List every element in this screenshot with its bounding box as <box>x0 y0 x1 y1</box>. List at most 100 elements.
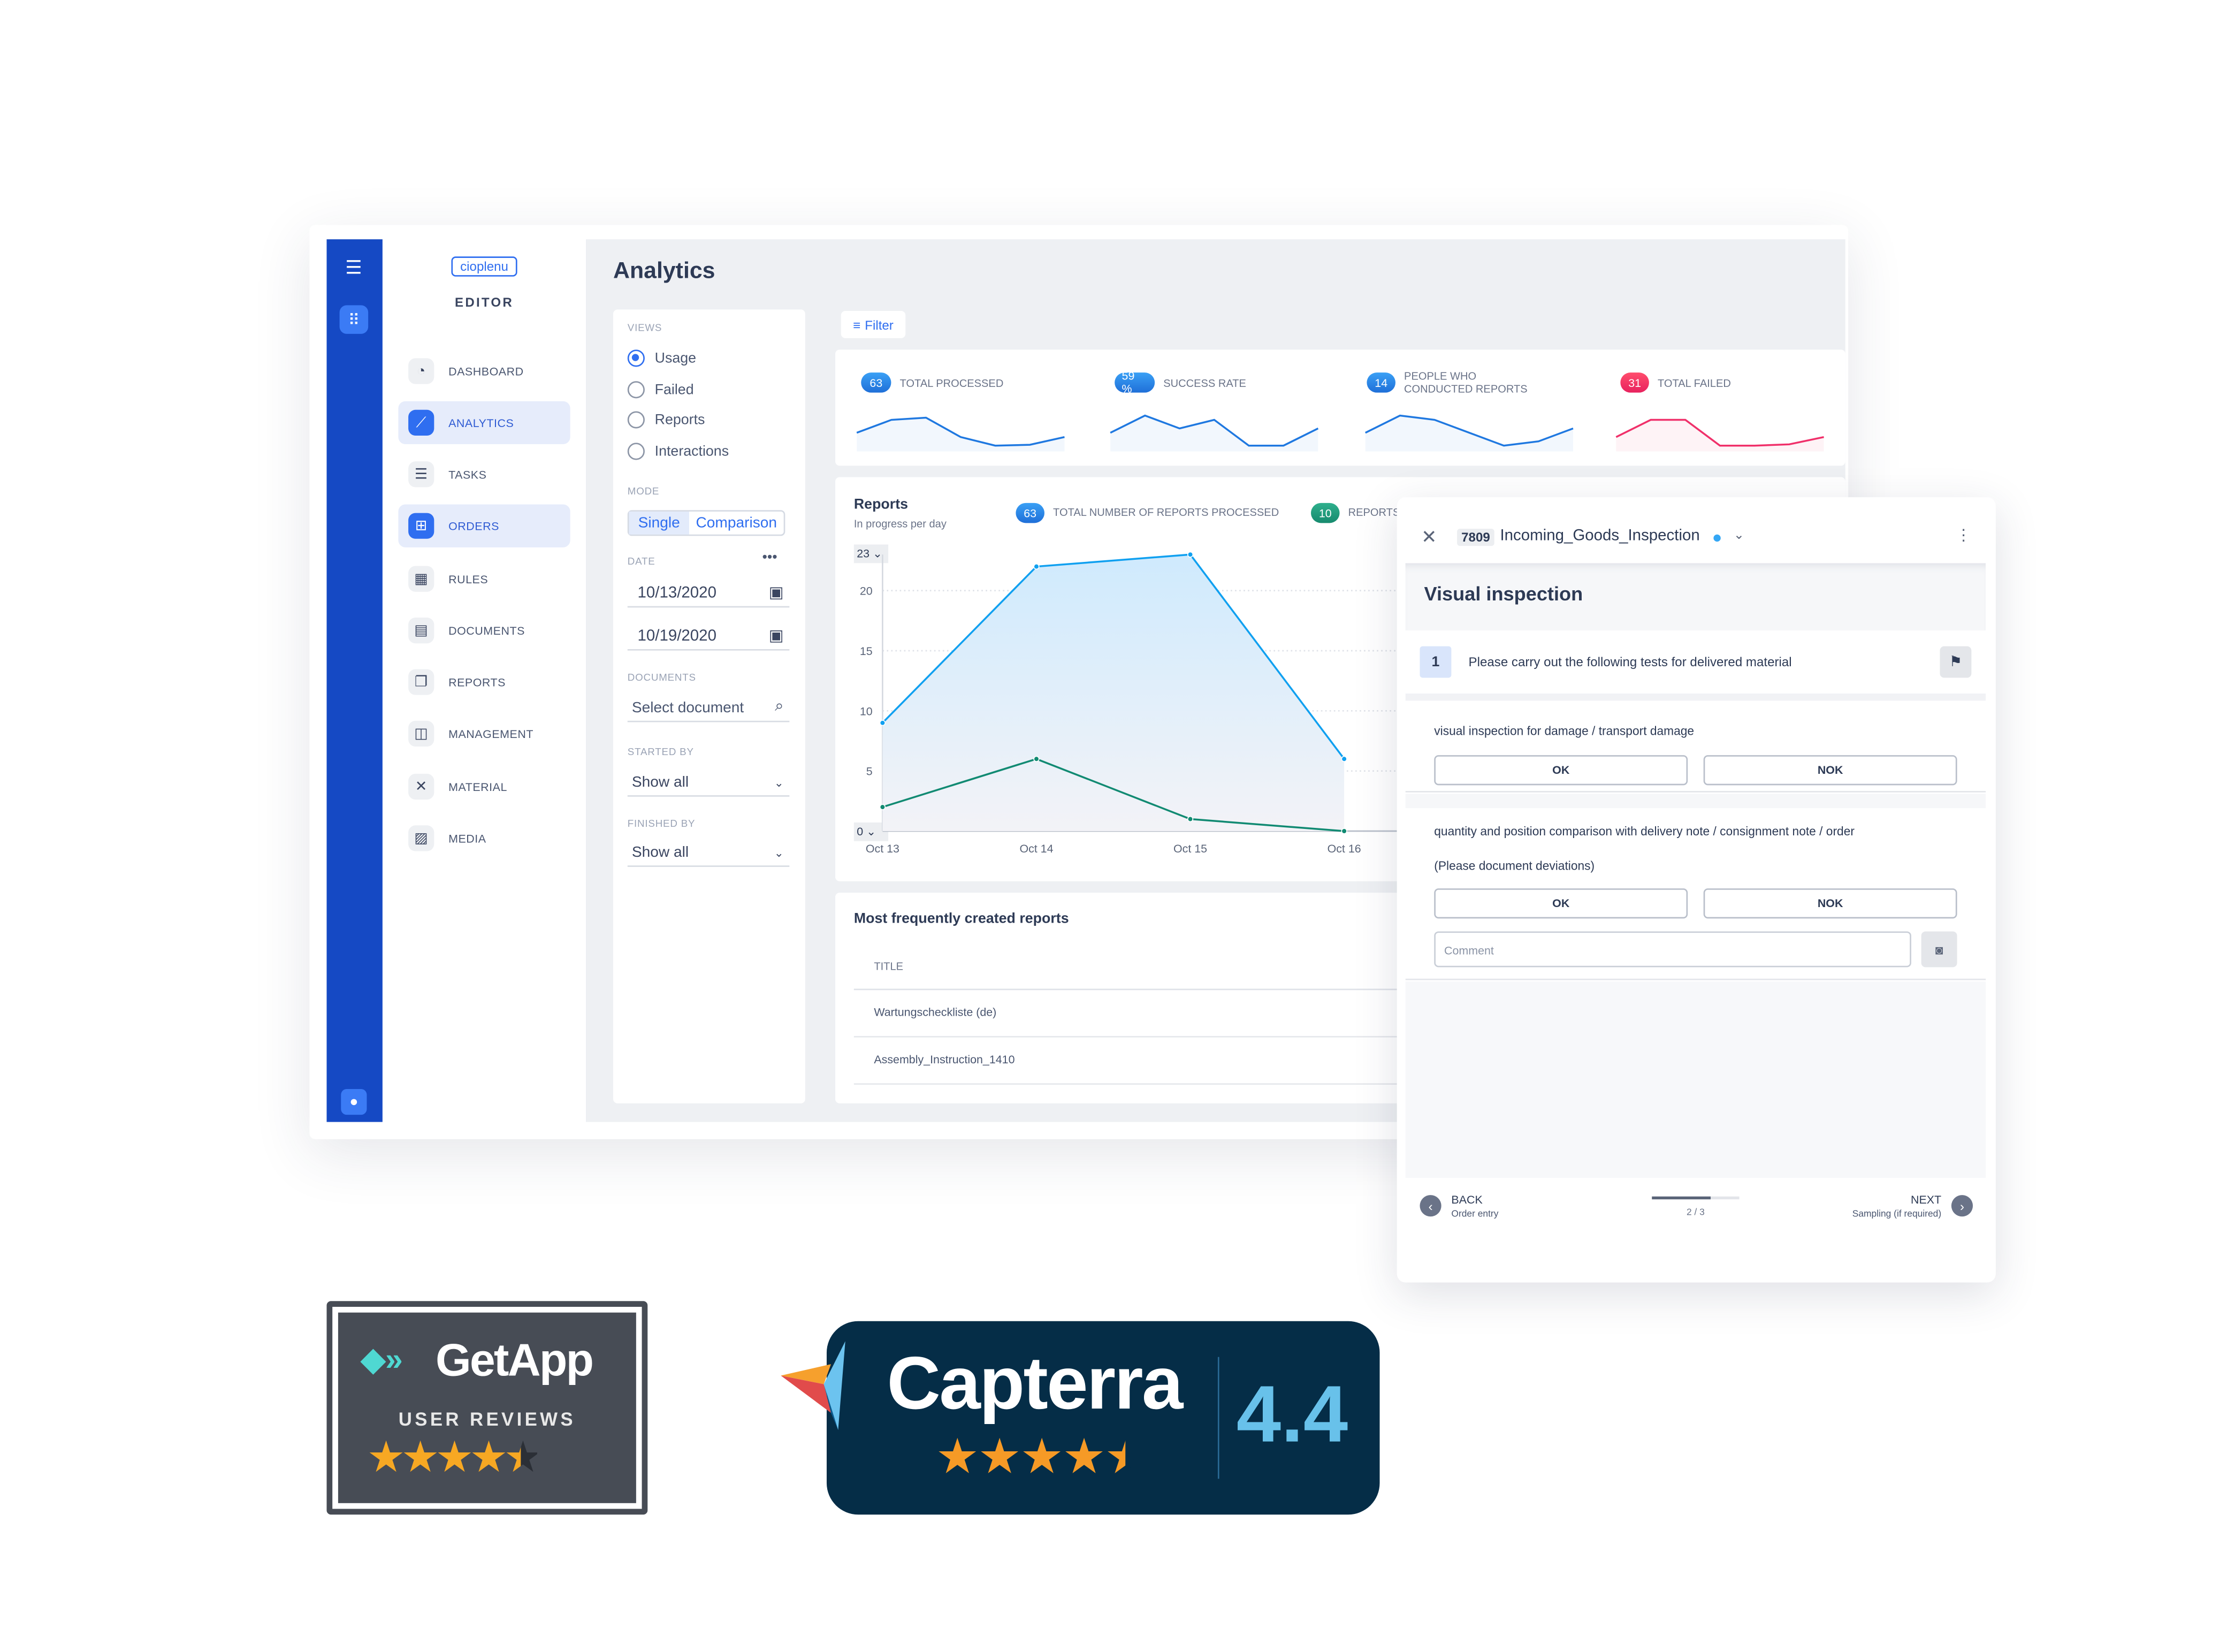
chevron-down-icon: ⌄ <box>774 846 784 859</box>
order-id-chip: 7809 <box>1457 529 1494 546</box>
calendar-icon[interactable]: ▣ <box>769 626 784 645</box>
chevron-down-icon: ⌄ <box>774 775 784 789</box>
capterra-badge: Capterra ★★★★★ 4.4 <box>781 1321 1380 1515</box>
document-search-input[interactable]: Select document ⌕ <box>627 698 790 722</box>
view-radio-usage[interactable]: Usage <box>627 349 696 367</box>
sidebar-item-reports[interactable]: ❐ REPORTS <box>398 660 570 703</box>
sidebar-item-label: DASHBOARD <box>448 364 524 378</box>
nok-button[interactable]: NOK <box>1703 888 1957 919</box>
filter-button[interactable]: ≡ Filter <box>841 311 906 338</box>
sidebar-item-orders[interactable]: ⊞ ORDERS <box>398 504 570 547</box>
sidebar-item-media[interactable]: ▨ MEDIA <box>398 817 570 859</box>
check-text: quantity and position comparison with de… <box>1434 824 1855 839</box>
kpi-badge: 14 <box>1367 372 1395 393</box>
ok-button[interactable]: OK <box>1434 755 1688 786</box>
calendar-grid-icon: ▦ <box>408 566 434 592</box>
next-button[interactable]: NEXT Sampling (if required) › <box>1812 1193 1973 1231</box>
filter-icon: ≡ <box>853 317 861 332</box>
legend-label-reports: REPORTS <box>1348 506 1400 519</box>
capterra-rating: 4.4 <box>1236 1368 1348 1459</box>
more-options-icon[interactable]: ⋮ <box>1956 526 1971 544</box>
close-icon[interactable]: ✕ <box>1421 526 1437 549</box>
sidebar-item-label: TASKS <box>448 468 487 481</box>
radio-icon <box>627 411 645 429</box>
finished-by-select[interactable]: Show all ⌄ <box>627 844 790 867</box>
column-header-title: TITLE <box>874 960 904 973</box>
date-more-icon[interactable]: ••• <box>762 550 777 566</box>
y-max-value: 23 <box>857 547 870 560</box>
view-radio-reports[interactable]: Reports <box>627 411 705 429</box>
sidebar-item-dashboard[interactable]: ◔ DASHBOARD <box>398 349 570 392</box>
comment-placeholder: Comment <box>1444 944 1494 957</box>
columns-icon: ◫ <box>408 720 434 747</box>
started-by-select[interactable]: Show all ⌄ <box>627 774 790 797</box>
checklist-icon: ☰ <box>408 461 434 488</box>
calendar-icon[interactable]: ▣ <box>769 583 784 602</box>
chevron-right-icon: › <box>1951 1195 1973 1217</box>
legend-badge-total: 63 <box>1016 503 1044 523</box>
images-icon: ▨ <box>408 825 434 851</box>
table-row[interactable]: Assembly_Instruction_1410 <box>874 1053 1014 1066</box>
menu-icon[interactable]: ☰ <box>345 258 364 277</box>
radio-icon <box>627 381 645 399</box>
flag-button[interactable]: ⚑ <box>1940 646 1972 678</box>
back-button[interactable]: ‹ BACK Order entry <box>1420 1193 1535 1231</box>
sidebar-item-documents[interactable]: ▤ DOCUMENTS <box>398 609 570 652</box>
check-note: (Please document deviations) <box>1434 858 1595 873</box>
getapp-brand: GetApp <box>435 1334 594 1386</box>
getapp-badge: ◆» GetApp USER REVIEWS ★★★★★ <box>326 1301 648 1515</box>
inspection-name: Incoming_Goods_Inspection <box>1500 527 1700 545</box>
y-min-select[interactable]: 0 ⌄ <box>853 822 889 841</box>
table-row[interactable]: Wartungscheckliste (de) <box>874 1006 996 1019</box>
next-sub: Sampling (if required) <box>1852 1209 1942 1220</box>
date-label: DATE <box>627 557 655 568</box>
next-label: NEXT <box>1910 1193 1942 1207</box>
view-radio-interactions[interactable]: Interactions <box>627 443 729 460</box>
ok-button[interactable]: OK <box>1434 888 1688 919</box>
sidebar-item-label: REPORTS <box>448 675 506 689</box>
page-title: Analytics <box>613 259 715 284</box>
mode-toggle: Single Comparison <box>627 510 785 536</box>
sidebar-item-management[interactable]: ◫ MANAGEMENT <box>398 712 570 755</box>
apps-grid-icon[interactable]: ⠿ <box>339 305 369 334</box>
badge-divider <box>1217 1357 1219 1479</box>
radio-icon <box>627 443 645 460</box>
date-from-field[interactable]: 10/13/2020 ▣ <box>627 583 790 608</box>
line-chart-icon: ⟋ <box>408 409 434 436</box>
date-from-value: 10/13/2020 <box>637 584 716 602</box>
sidebar-item-label: MATERIAL <box>448 780 507 794</box>
chevron-down-icon[interactable]: ⌄ <box>1734 527 1744 543</box>
progress-text: 2 / 3 <box>1686 1208 1705 1218</box>
mode-single-button[interactable]: Single <box>629 511 689 535</box>
chart-subtitle: In progress per day <box>853 517 947 530</box>
camera-button[interactable]: ◙ <box>1921 931 1957 968</box>
kpi-card <box>835 349 1845 466</box>
status-dot-icon <box>1713 534 1721 542</box>
radio-label: Failed <box>654 382 694 398</box>
mode-comparison-button[interactable]: Comparison <box>689 512 784 535</box>
views-label: VIEWS <box>627 324 662 334</box>
sidebar-item-tasks[interactable]: ☰ TASKS <box>398 453 570 496</box>
kpi-label: TOTAL PROCESSED <box>899 377 1004 390</box>
divider <box>1405 693 1986 701</box>
kpi-badge: 63 <box>861 372 891 393</box>
getapp-sub: USER REVIEWS <box>398 1409 576 1430</box>
legend-label-total: TOTAL NUMBER OF REPORTS PROCESSED <box>1053 506 1279 519</box>
sidebar-item-rules[interactable]: ▦ RULES <box>398 558 570 600</box>
user-avatar-icon[interactable]: ● <box>341 1088 367 1115</box>
search-icon[interactable]: ⌕ <box>775 698 784 717</box>
document-search-placeholder: Select document <box>631 698 744 716</box>
y-max-select[interactable]: 23 ⌄ <box>853 544 889 564</box>
view-radio-failed[interactable]: Failed <box>627 381 694 399</box>
sidebar-item-analytics[interactable]: ⟋ ANALYTICS <box>398 401 570 445</box>
nok-button[interactable]: NOK <box>1703 755 1957 786</box>
comment-input[interactable]: Comment <box>1434 931 1911 968</box>
section-title: EDITOR <box>455 295 514 310</box>
back-sub: Order entry <box>1451 1209 1499 1220</box>
sidebar-item-label: RULES <box>448 572 489 585</box>
section-header: Visual inspection <box>1405 563 1986 631</box>
sidebar-item-material[interactable]: ✕ MATERIAL <box>398 765 570 808</box>
date-to-field[interactable]: 10/19/2020 ▣ <box>627 626 790 651</box>
date-to-value: 10/19/2020 <box>637 627 716 644</box>
capterra-stars: ★★★★★ <box>935 1430 1148 1484</box>
